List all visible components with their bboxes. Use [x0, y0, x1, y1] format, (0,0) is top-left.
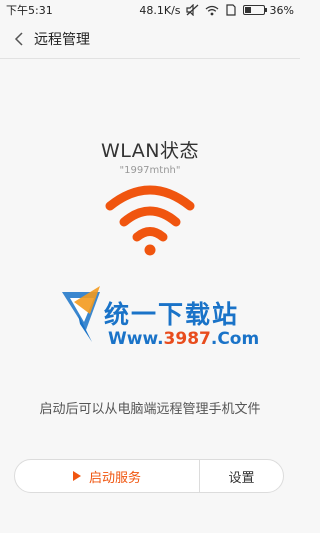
watermark-name: 统一下载站	[104, 300, 240, 329]
play-icon	[72, 471, 81, 481]
battery-fill	[244, 7, 251, 13]
status-time: 下午5:31	[6, 4, 53, 17]
battery-icon	[242, 5, 267, 15]
back-chevron-icon	[14, 32, 23, 46]
wifi-icon	[205, 4, 219, 16]
status-indicators: 48.1K/s 36%	[139, 4, 294, 17]
action-bar: 启动服务 设置	[14, 459, 284, 493]
wlan-status-title: WLAN状态	[100, 140, 200, 162]
wifi-signal-icon	[105, 185, 195, 256]
page-title: 远程管理	[34, 32, 90, 48]
sim-icon	[224, 4, 238, 16]
network-speed: 48.1K/s	[139, 3, 181, 17]
watermark-url-number: 3987	[163, 329, 211, 349]
start-service-button[interactable]: 启动服务	[15, 460, 200, 492]
back-button[interactable]	[6, 20, 32, 58]
title-bar: 远程管理	[0, 20, 300, 59]
battery-percent: 36%	[269, 3, 294, 17]
description-text: 启动后可以从电脑端远程管理手机文件	[39, 402, 261, 417]
mute-icon	[186, 4, 200, 16]
watermark-url-prefix: Www.	[108, 329, 164, 349]
status-bar: 下午5:31 48.1K/s 36%	[0, 0, 300, 20]
ssid-label: "1997mtnh"	[119, 165, 181, 176]
watermark-url: Www.3987.Com	[108, 329, 259, 349]
start-service-label: 启动服务	[88, 470, 141, 486]
settings-button[interactable]: 设置	[200, 460, 283, 492]
settings-label: 设置	[228, 470, 255, 486]
watermark-url-suffix: .Com	[210, 329, 260, 349]
